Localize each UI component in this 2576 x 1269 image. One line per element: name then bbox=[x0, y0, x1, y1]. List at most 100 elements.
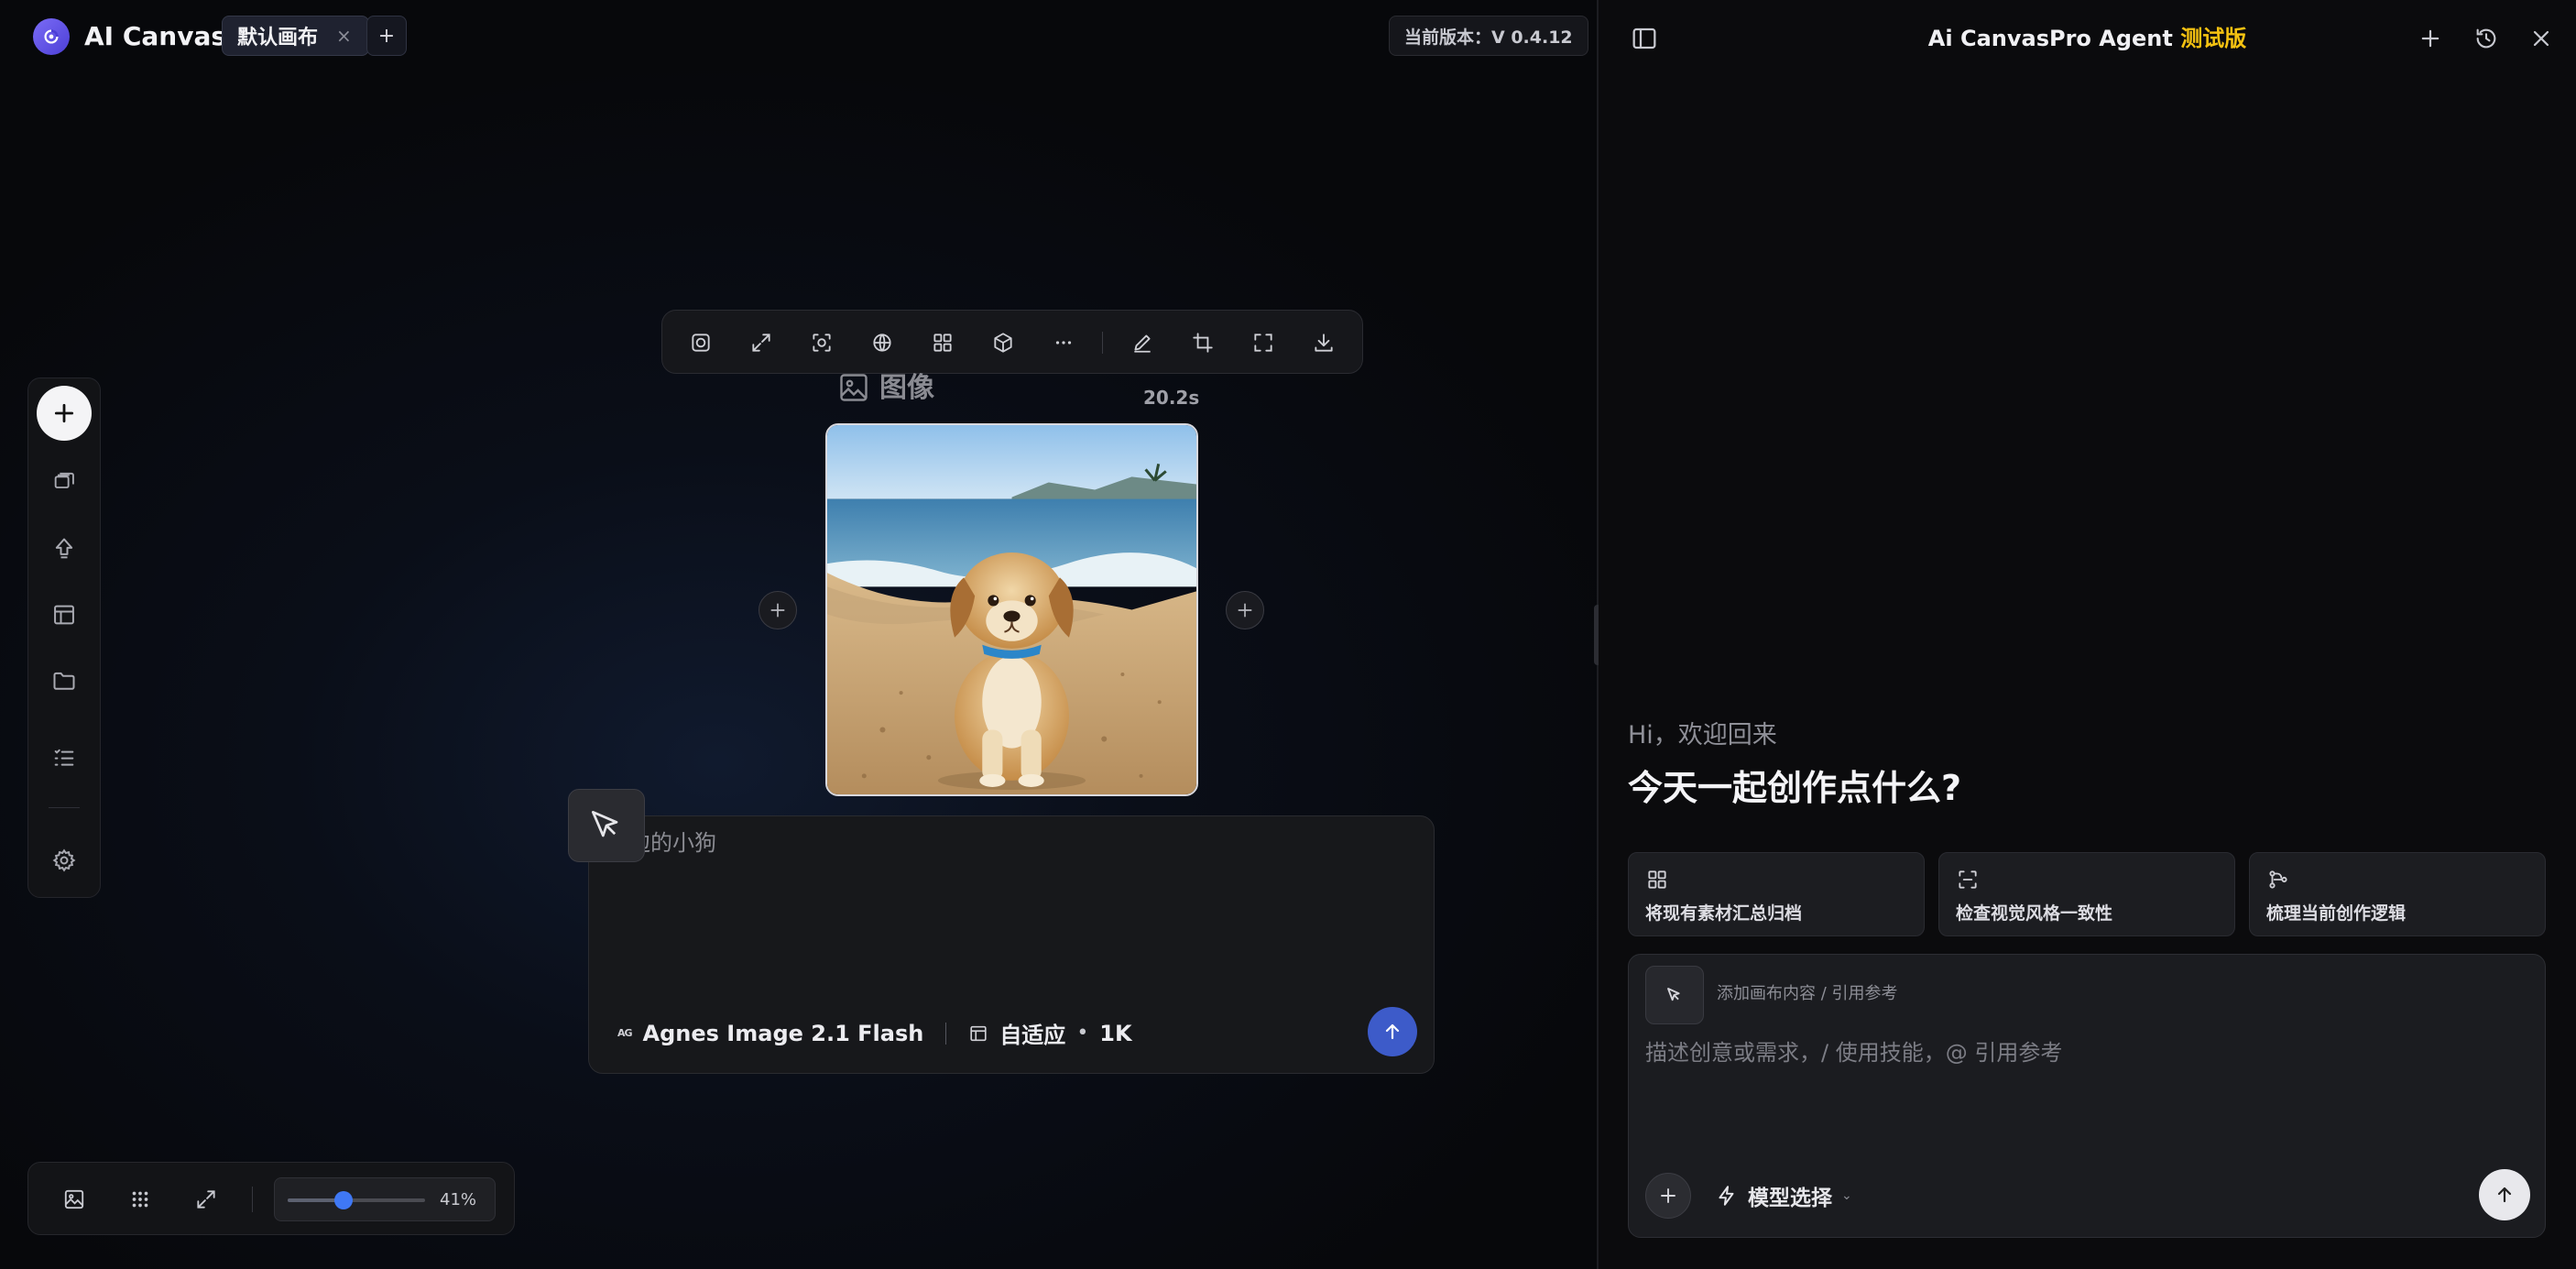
globe-button[interactable] bbox=[864, 324, 901, 361]
globe-icon bbox=[873, 334, 891, 352]
greeting: Hi，欢迎回来 bbox=[1628, 721, 1777, 749]
toolbar-divider bbox=[1102, 332, 1103, 354]
layout-button[interactable] bbox=[46, 596, 82, 633]
history-button[interactable] bbox=[2470, 22, 2503, 55]
layers-icon bbox=[54, 472, 74, 488]
lightning-icon bbox=[1719, 1186, 1734, 1206]
aspect-ratio[interactable]: 自适应 bbox=[999, 1017, 1065, 1049]
agent-input-box[interactable]: 添加画布内容 / 引用参考 描述创意或需求，/ 使用技能，@ 引用参考 模型选择… bbox=[1628, 954, 2546, 1238]
close-panel-button[interactable] bbox=[2525, 22, 2558, 55]
grid-button[interactable] bbox=[924, 324, 961, 361]
arrow-up-icon bbox=[1385, 1023, 1400, 1040]
edit-button[interactable] bbox=[1124, 324, 1161, 361]
agent-input-placeholder[interactable]: 描述创意或需求，/ 使用技能，@ 引用参考 bbox=[1645, 1037, 2062, 1068]
cube-icon bbox=[994, 333, 1012, 353]
history-icon bbox=[2476, 28, 2496, 49]
tab-label: 默认画布 bbox=[237, 27, 319, 49]
expand-icon bbox=[752, 334, 770, 352]
reference-label: 添加画布内容 / 引用参考 bbox=[1717, 984, 1898, 1003]
download-icon bbox=[1315, 334, 1333, 352]
plus-icon bbox=[1238, 603, 1252, 618]
grid-icon bbox=[933, 334, 952, 352]
cursor-icon bbox=[1667, 988, 1680, 1001]
cursor-icon bbox=[591, 810, 618, 837]
flow-icon bbox=[2269, 870, 2287, 889]
expand-icon bbox=[197, 1190, 215, 1209]
list-icon bbox=[54, 749, 74, 766]
generation-time: 20.2s bbox=[1143, 387, 1200, 409]
attach-button[interactable] bbox=[1645, 1173, 1691, 1219]
generated-image[interactable] bbox=[825, 423, 1198, 796]
plus-icon bbox=[1661, 1188, 1675, 1203]
new-chat-button[interactable] bbox=[2414, 22, 2447, 55]
scan-icon bbox=[1959, 870, 1977, 889]
fullscreen-icon bbox=[1254, 334, 1272, 352]
remove-background-button[interactable] bbox=[682, 324, 719, 361]
model-chip[interactable]: AG Agnes Image 2.1 Flash 自适应 • 1K bbox=[617, 1017, 1132, 1049]
upload-button[interactable] bbox=[46, 531, 82, 567]
folder-icon bbox=[53, 672, 75, 690]
settings-button[interactable] bbox=[46, 842, 82, 879]
add-node-left-button[interactable] bbox=[759, 591, 797, 629]
arrow-up-icon bbox=[2497, 1187, 2512, 1203]
grid-view-button[interactable] bbox=[122, 1181, 158, 1218]
3d-button[interactable] bbox=[985, 324, 1021, 361]
send-button[interactable] bbox=[2479, 1169, 2530, 1220]
zoom-slider-thumb[interactable] bbox=[334, 1191, 353, 1209]
beta-badge: 测试版 bbox=[2180, 26, 2247, 51]
zoom-slider[interactable] bbox=[288, 1191, 425, 1209]
close-icon bbox=[2533, 30, 2549, 47]
node-label: 图像 bbox=[879, 372, 934, 404]
expand-button[interactable] bbox=[743, 324, 780, 361]
chevron-down-icon: ⌄ bbox=[1841, 1188, 1852, 1203]
add-reference-button[interactable] bbox=[1645, 966, 1704, 1024]
download-button[interactable] bbox=[1305, 324, 1342, 361]
quick-action-label: 将现有素材汇总归档 bbox=[1645, 903, 1803, 924]
toolbar-divider bbox=[252, 1187, 253, 1212]
fit-view-button[interactable] bbox=[188, 1181, 224, 1218]
panel-title-text: Ai CanvasPro Agent bbox=[1927, 26, 2173, 51]
crop-button[interactable] bbox=[1184, 324, 1221, 361]
list-button[interactable] bbox=[46, 739, 82, 776]
version-badge: 当前版本：V 0.4.12 bbox=[1389, 16, 1588, 56]
layers-button[interactable] bbox=[46, 463, 82, 499]
canvas-area[interactable]: AI Canvas 默认画布 × + 当前版本：V 0.4.12 图像 20.2… bbox=[0, 0, 1597, 1269]
add-tab-button[interactable]: + bbox=[366, 16, 407, 56]
image-toolbar bbox=[661, 310, 1363, 374]
upload-icon bbox=[55, 538, 73, 559]
layout-icon bbox=[54, 605, 74, 625]
zoom-control: 41% bbox=[274, 1177, 496, 1221]
grid-icon bbox=[1648, 870, 1666, 889]
quick-action-logic[interactable]: 梳理当前创作逻辑 bbox=[2249, 852, 2546, 936]
add-node-right-button[interactable] bbox=[1226, 591, 1264, 629]
generate-button[interactable] bbox=[1368, 1007, 1417, 1056]
select-tool-button[interactable] bbox=[568, 789, 645, 862]
quick-action-archive[interactable]: 将现有素材汇总归档 bbox=[1628, 852, 1925, 936]
remove-background-icon bbox=[692, 334, 710, 352]
model-select-label: 模型选择 bbox=[1748, 1187, 1832, 1210]
resolution[interactable]: 1K bbox=[1099, 1021, 1131, 1046]
chip-divider bbox=[945, 1022, 947, 1045]
more-button[interactable] bbox=[1045, 324, 1082, 361]
add-icon bbox=[54, 403, 74, 423]
zoom-value: 41% bbox=[440, 1190, 477, 1209]
quick-action-label: 梳理当前创作逻辑 bbox=[2266, 903, 2407, 924]
headline: 今天一起创作点什么? bbox=[1628, 768, 1962, 808]
folder-button[interactable] bbox=[46, 662, 82, 699]
tab-default-canvas[interactable]: 默认画布 × bbox=[222, 16, 369, 56]
toolbar-divider bbox=[49, 807, 80, 808]
gear-icon bbox=[52, 848, 76, 872]
model-select-dropdown[interactable]: 模型选择 ⌄ bbox=[1715, 1180, 1852, 1211]
focus-button[interactable] bbox=[803, 324, 840, 361]
app-title: AI Canvas bbox=[84, 21, 227, 51]
quick-action-label: 检查视觉风格一致性 bbox=[1956, 903, 2113, 924]
image-view-button[interactable] bbox=[56, 1181, 93, 1218]
focus-icon bbox=[813, 334, 831, 352]
pen-icon bbox=[1134, 334, 1151, 353]
fullscreen-button[interactable] bbox=[1245, 324, 1282, 361]
add-button[interactable] bbox=[37, 386, 92, 441]
plus-icon bbox=[2421, 29, 2440, 48]
bottom-toolbar: 41% bbox=[27, 1162, 515, 1235]
tab-close-icon[interactable]: × bbox=[336, 25, 352, 47]
quick-action-style-check[interactable]: 检查视觉风格一致性 bbox=[1938, 852, 2235, 936]
